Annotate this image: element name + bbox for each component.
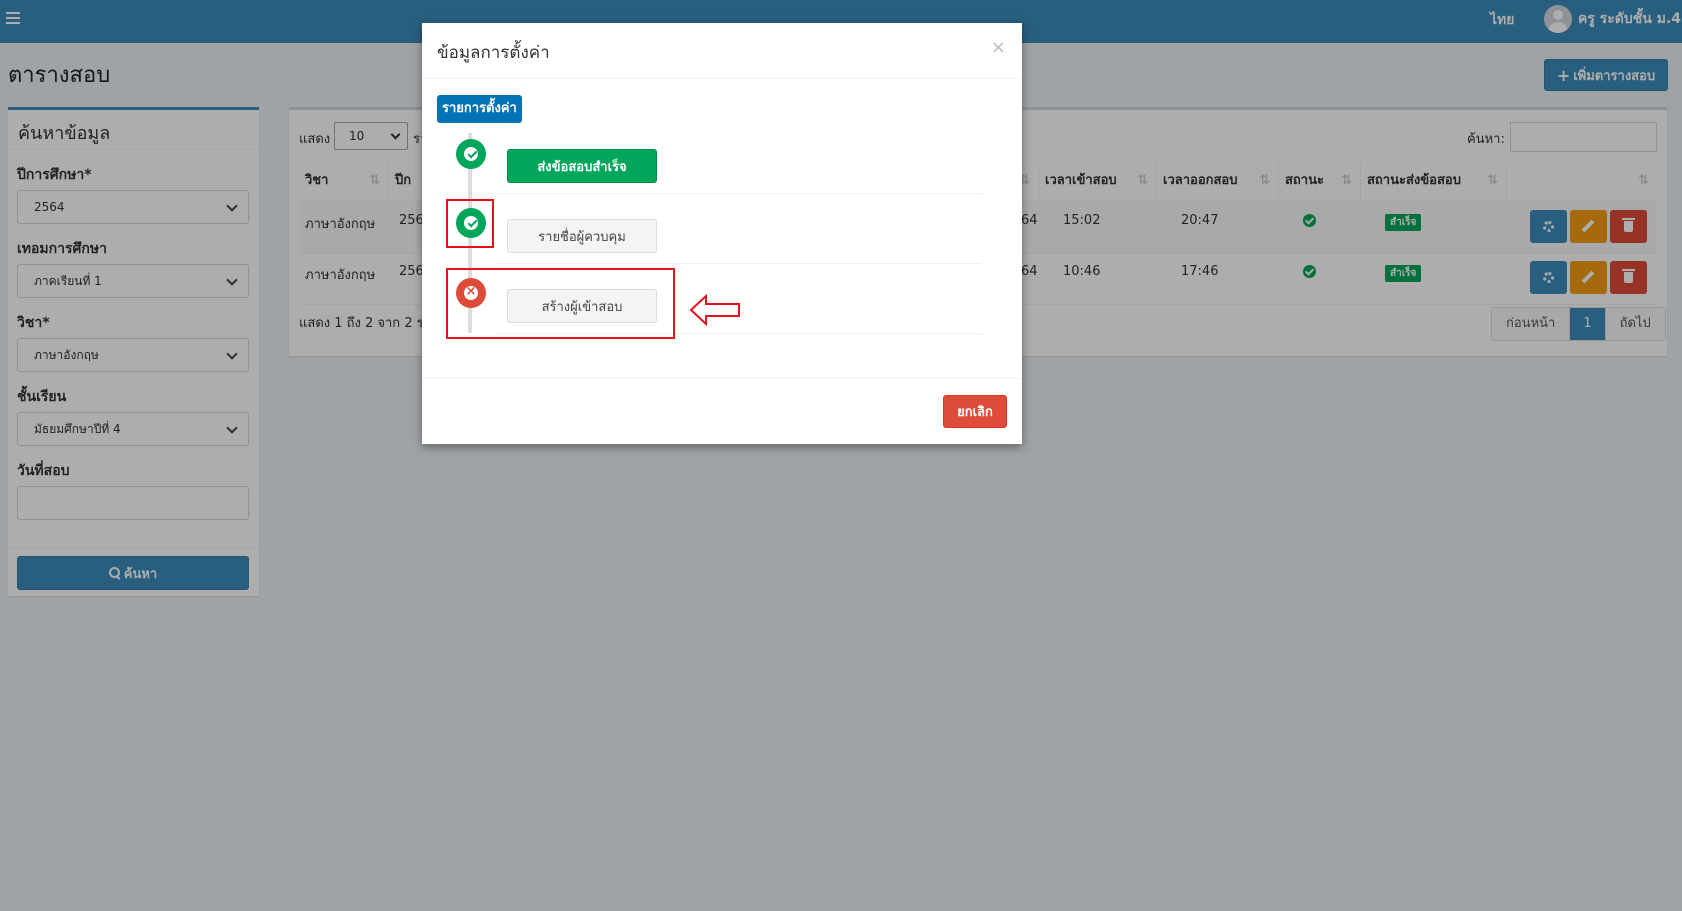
highlight-box — [446, 268, 675, 339]
modal-header: ข้อมูลการตั้งค่า × — [422, 23, 1022, 79]
modal-footer-divider — [422, 378, 1022, 379]
arrow-left-icon — [689, 294, 740, 326]
divider — [497, 263, 982, 264]
step-proctor-list-button[interactable]: รายชื่อผู้ควบคุม — [507, 219, 657, 253]
modal-title: ข้อมูลการตั้งค่า — [437, 43, 550, 63]
step-send-exam-button[interactable]: ส่งข้อสอบสำเร็จ — [507, 149, 657, 183]
check-circle-icon — [456, 139, 486, 169]
close-icon[interactable]: × — [991, 37, 1006, 58]
cancel-button[interactable]: ยกเลิก — [943, 395, 1007, 428]
settings-info-modal: ข้อมูลการตั้งค่า × รายการตั้งค่า ส่งข้อส… — [422, 23, 1022, 444]
timeline-label: รายการตั้งค่า — [437, 95, 522, 123]
divider — [497, 193, 982, 194]
highlight-box — [446, 199, 494, 248]
